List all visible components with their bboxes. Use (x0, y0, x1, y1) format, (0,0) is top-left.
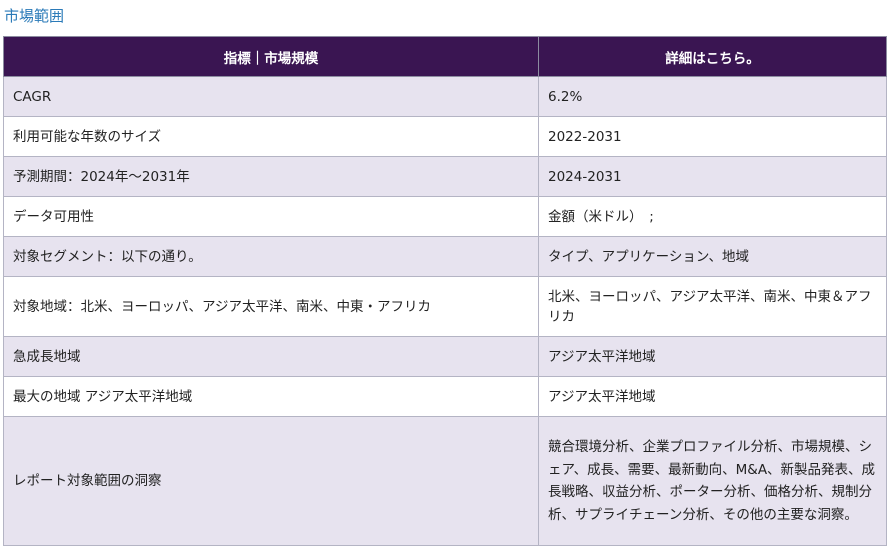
table-row: 対象セグメント：以下の通り。 タイプ、アプリケーション、地域 (3, 236, 887, 277)
row-value: アジア太平洋地域 (538, 376, 887, 417)
row-label: 利用可能な年数のサイズ (3, 116, 539, 157)
table-row: 対象地域：北米、ヨーロッパ、アジア太平洋、南米、中東・アフリカ 北米、ヨーロッパ… (3, 276, 887, 337)
row-label: 最大の地域 アジア太平洋地域 (3, 376, 539, 417)
table-row: 予測期間：2024年～2031年 2024-2031 (3, 156, 887, 197)
row-value: タイプ、アプリケーション、地域 (538, 236, 887, 277)
row-label: 予測期間：2024年～2031年 (3, 156, 539, 197)
row-label: レポート対象範囲の洞察 (3, 416, 539, 546)
table-row: レポート対象範囲の洞察 競合環境分析、企業プロファイル分析、市場規模、シェア、成… (3, 416, 887, 546)
row-label: CAGR (3, 76, 539, 117)
table-header-row: 指標｜市場規模 詳細はこちら。 (3, 36, 887, 77)
row-value: 競合環境分析、企業プロファイル分析、市場規模、シェア、成長、需要、最新動向、M&… (538, 416, 887, 546)
section-title: 市場範囲 (4, 7, 65, 25)
table-row: CAGR 6.2% (3, 76, 887, 117)
row-label: 急成長地域 (3, 336, 539, 377)
row-label: 対象地域：北米、ヨーロッパ、アジア太平洋、南米、中東・アフリカ (3, 276, 539, 337)
row-label: 対象セグメント：以下の通り。 (3, 236, 539, 277)
market-scope-table: 指標｜市場規模 詳細はこちら。 CAGR 6.2% 利用可能な年数のサイズ 20… (3, 36, 887, 546)
table-row: 利用可能な年数のサイズ 2022-2031 (3, 116, 887, 157)
row-value: 6.2% (538, 76, 887, 117)
row-value: アジア太平洋地域 (538, 336, 887, 377)
row-value: 2024-2031 (538, 156, 887, 197)
table-row: データ可用性 金額（米ドル） ; (3, 196, 887, 237)
row-value: 金額（米ドル） ; (538, 196, 887, 237)
table-row: 最大の地域 アジア太平洋地域 アジア太平洋地域 (3, 376, 887, 417)
row-value: 2022-2031 (538, 116, 887, 157)
table-row: 急成長地域 アジア太平洋地域 (3, 336, 887, 377)
row-value: 北米、ヨーロッパ、アジア太平洋、南米、中東＆アフリカ (538, 276, 887, 337)
header-metric: 指標｜市場規模 (3, 36, 539, 77)
header-details: 詳細はこちら。 (538, 36, 887, 77)
row-label: データ可用性 (3, 196, 539, 237)
